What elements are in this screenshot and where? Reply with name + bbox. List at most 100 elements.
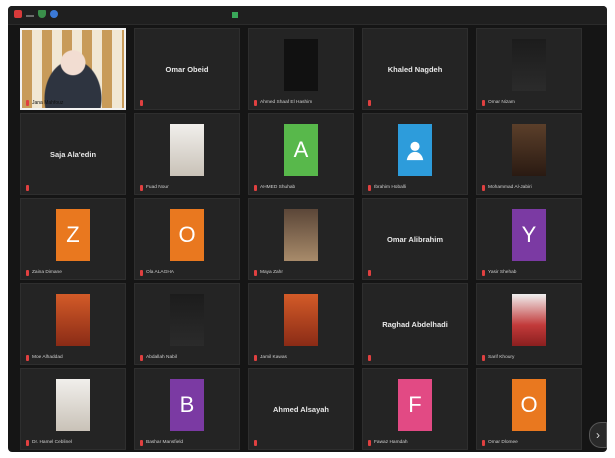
mic-muted-icon <box>140 354 143 361</box>
user-icon <box>406 141 424 161</box>
participant-photo <box>170 294 204 346</box>
mic-muted-icon <box>254 99 257 106</box>
participant-label <box>368 268 374 277</box>
participant-tile[interactable]: Mohammad Al-Jabiri <box>476 113 582 195</box>
participant-tile[interactable]: Jamil Kawas <box>248 283 354 365</box>
participant-label: Jana Mahfouz <box>26 100 63 106</box>
security-shield-icon[interactable] <box>38 10 46 18</box>
participant-label: Zaina Dimane <box>26 268 62 277</box>
participant-name: Sarif Khoury <box>488 355 515 360</box>
participant-label: Yasir Shehab <box>482 268 516 277</box>
participant-label: Jamil Kawas <box>254 353 287 362</box>
mic-muted-icon <box>140 184 143 191</box>
participant-tile[interactable]: B Bashar Mansfield <box>134 368 240 450</box>
participant-name: Zaina Dimane <box>32 270 62 275</box>
participant-name: Fawaz Hamdah <box>374 440 408 445</box>
participant-tile[interactable]: Raghad Abdelhadi <box>362 283 468 365</box>
participant-label: Dr. Hamel Ceblinel <box>26 438 72 447</box>
participant-name: Abdallah Nabil <box>146 355 177 360</box>
participant-tile[interactable]: Ahmed Alsayah <box>248 368 354 450</box>
participant-name: Fuad Nour <box>146 185 169 190</box>
participant-tile[interactable]: Ibrahim Hoballi <box>362 113 468 195</box>
mic-muted-icon <box>368 354 371 361</box>
participant-label: Omar Dlomee <box>482 438 518 447</box>
mic-muted-icon <box>482 269 485 276</box>
participant-tile[interactable]: Maya Zahr <box>248 198 354 280</box>
participant-tile[interactable]: Saja Ala'edin <box>20 113 126 195</box>
participant-label <box>140 98 146 107</box>
avatar-letter: F <box>398 379 432 431</box>
minimize-icon[interactable] <box>26 15 34 17</box>
participant-name: Moe Alhaddad <box>32 355 63 360</box>
mic-muted-icon <box>482 354 485 361</box>
participant-tile[interactable]: Khaled Nagdeh <box>362 28 468 110</box>
mic-muted-icon <box>368 439 371 446</box>
participant-tile[interactable]: Fuad Nour <box>134 113 240 195</box>
participant-tile[interactable]: F Fawaz Hamdah <box>362 368 468 450</box>
mic-muted-icon <box>26 184 29 191</box>
participant-name: Yasir Shehab <box>488 270 517 275</box>
meeting-topbar <box>8 6 607 25</box>
participant-name: Jamil Kawas <box>260 355 287 360</box>
participant-tile[interactable]: A AHMED Shuhab <box>248 113 354 195</box>
participant-photo <box>284 209 318 261</box>
active-speaker-video <box>22 30 124 108</box>
avatar-letter: A <box>284 124 318 176</box>
participant-name: Dr. Hamel Ceblinel <box>32 440 72 445</box>
participant-tile[interactable]: Z Zaina Dimane <box>20 198 126 280</box>
participant-name: Ahmed Shaaf El Hashim <box>260 100 313 105</box>
mic-muted-icon <box>26 100 29 106</box>
participant-label: Ahmed Shaaf El Hashim <box>254 98 312 107</box>
recording-icon[interactable] <box>14 10 22 18</box>
participant-display-name: Omar Obeid <box>165 65 209 74</box>
mic-muted-icon <box>26 354 29 361</box>
participant-photo <box>284 294 318 346</box>
participant-label <box>368 98 374 107</box>
mic-muted-icon <box>254 184 257 191</box>
mic-muted-icon <box>140 99 143 106</box>
participant-label: Omar Nizam <box>482 98 515 107</box>
mic-muted-icon <box>254 269 257 276</box>
participant-label: AHMED Shuhab <box>254 183 295 192</box>
mic-muted-icon <box>26 439 29 446</box>
mic-muted-icon <box>140 269 143 276</box>
avatar-letter: Z <box>56 209 90 261</box>
participant-photo <box>56 294 90 346</box>
mic-muted-icon <box>482 439 485 446</box>
participant-display-name: Ahmed Alsayah <box>273 405 329 414</box>
participant-label <box>368 353 374 362</box>
participant-tile[interactable]: O Ola ALAGHA <box>134 198 240 280</box>
mic-muted-icon <box>368 184 371 191</box>
participant-label: Sarif Khoury <box>482 353 514 362</box>
participant-tile[interactable]: O Omar Dlomee <box>476 368 582 450</box>
participant-tile[interactable]: Sarif Khoury <box>476 283 582 365</box>
participant-tile[interactable]: Omar Alibrahim <box>362 198 468 280</box>
meeting-info-icon[interactable] <box>50 10 58 18</box>
avatar-letter: O <box>170 209 204 261</box>
mic-muted-icon <box>26 269 29 276</box>
default-avatar <box>398 124 432 176</box>
participant-label: Ibrahim Hoballi <box>368 183 406 192</box>
view-toggle-icon[interactable] <box>232 12 238 18</box>
participant-photo <box>284 39 318 91</box>
participant-tile[interactable]: Omar Obeid <box>134 28 240 110</box>
participant-tile[interactable]: Y Yasir Shehab <box>476 198 582 280</box>
participant-tile[interactable]: Ahmed Shaaf El Hashim <box>248 28 354 110</box>
participant-label: Maya Zahr <box>254 268 283 277</box>
participant-label: Abdallah Nabil <box>140 353 177 362</box>
participant-display-name: Omar Alibrahim <box>387 235 443 244</box>
mic-muted-icon <box>368 99 371 106</box>
participant-tile[interactable]: Omar Nizam <box>476 28 582 110</box>
participant-label <box>254 438 260 447</box>
participant-display-name: Saja Ala'edin <box>49 150 97 159</box>
mic-muted-icon <box>140 439 143 446</box>
participant-tile[interactable]: Moe Alhaddad <box>20 283 126 365</box>
participant-label: Fawaz Hamdah <box>368 438 408 447</box>
participant-tile[interactable]: Jana Mahfouz <box>20 28 126 110</box>
participant-grid: Jana Mahfouz Omar Obeid Ahmed Shaaf El Has… <box>20 28 590 450</box>
next-page-button[interactable]: › <box>589 422 607 448</box>
participant-photo <box>512 294 546 346</box>
participant-tile[interactable]: Abdallah Nabil <box>134 283 240 365</box>
mic-muted-icon <box>254 439 257 446</box>
participant-tile[interactable]: Dr. Hamel Ceblinel <box>20 368 126 450</box>
